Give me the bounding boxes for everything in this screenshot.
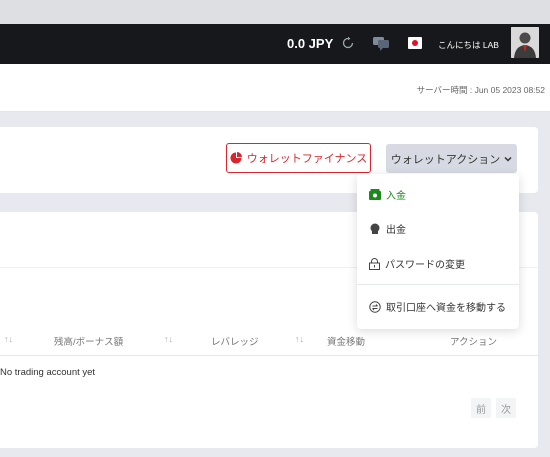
chevron-down-icon: [504, 156, 512, 162]
col-header-balance[interactable]: 残高/ボーナス額: [54, 334, 123, 348]
menu-item-withdraw[interactable]: 出金: [369, 221, 406, 236]
menu-item-transfer-label: 取引口座へ資金を移動する: [386, 303, 506, 314]
japan-flag-icon[interactable]: [408, 37, 422, 49]
sort-icon[interactable]: ↑↓: [164, 334, 173, 344]
wallet-action-label: ウォレットアクション: [390, 153, 501, 166]
refresh-icon[interactable]: [341, 36, 355, 50]
menu-divider: [357, 284, 519, 285]
menu-item-change-password[interactable]: パスワードの変更: [369, 256, 465, 271]
col-header-leverage[interactable]: レバレッジ: [211, 334, 259, 348]
wallet-finance-button[interactable]: ウォレットファイナンス: [226, 143, 371, 173]
menu-item-change-password-label: パスワードの変更: [385, 260, 465, 271]
table-header-divider: [0, 355, 538, 356]
deposit-icon: [369, 189, 381, 200]
sort-icon[interactable]: ↑↓: [295, 334, 304, 344]
empty-table-message: No trading account yet: [0, 367, 96, 378]
menu-item-transfer[interactable]: 取引口座へ資金を移動する: [369, 299, 506, 314]
col-header-transfer: 資金移動: [327, 337, 366, 348]
user-greeting[interactable]: こんにちは LAB: [438, 39, 499, 51]
transfer-icon: [369, 300, 381, 313]
sort-icon[interactable]: ↑↓: [4, 334, 13, 344]
menu-item-deposit[interactable]: 入金: [369, 187, 406, 202]
wallet-action-button[interactable]: ウォレットアクション: [386, 144, 517, 173]
pagination-next-button[interactable]: 次: [496, 398, 516, 418]
browser-strip: [0, 0, 550, 24]
balance-display: 0.0 JPY: [287, 36, 334, 51]
server-time: サーバー時間 : Jun 05 2023 08:52: [416, 85, 545, 95]
pie-chart-icon: [230, 152, 242, 164]
menu-item-withdraw-label: 出金: [386, 225, 406, 236]
pagination-prev-button[interactable]: 前: [471, 398, 491, 418]
lock-icon: [369, 257, 380, 270]
menu-item-deposit-label: 入金: [386, 191, 406, 202]
withdraw-icon: [370, 223, 380, 234]
avatar[interactable]: [511, 27, 539, 58]
chat-icon[interactable]: [372, 35, 390, 51]
col-header-action: アクション: [450, 337, 498, 348]
wallet-action-dropdown: 入金 出金 パスワードの変更 取引口座へ資金を移動する: [357, 174, 519, 329]
wallet-finance-label: ウォレットファイナンス: [246, 153, 368, 165]
